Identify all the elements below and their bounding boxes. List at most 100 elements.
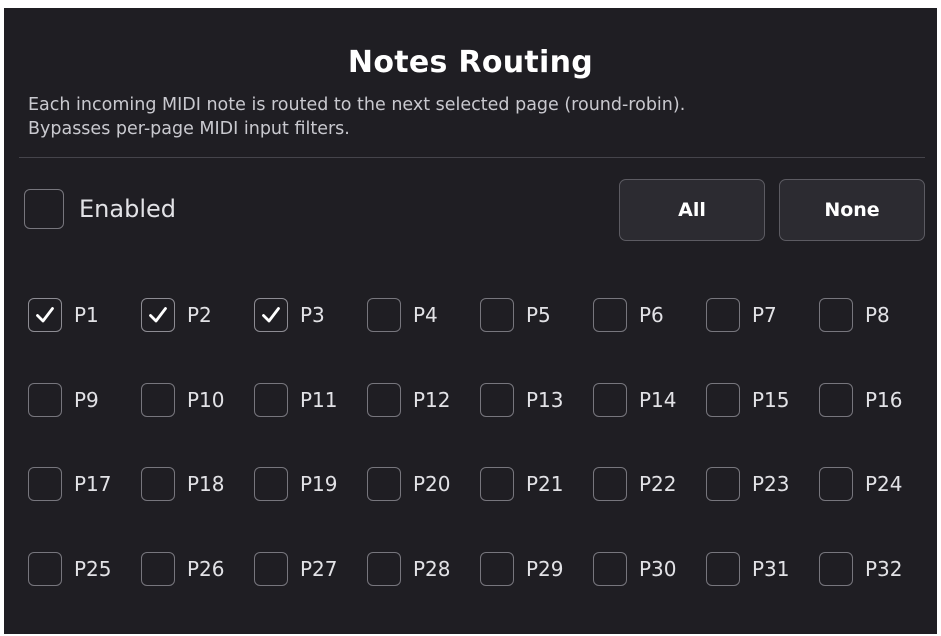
- page-checkbox[interactable]: [593, 383, 627, 417]
- page-label: P11: [300, 383, 338, 417]
- page-checkbox[interactable]: [706, 383, 740, 417]
- page-option-p29[interactable]: P29: [480, 552, 593, 636]
- page-option-p13[interactable]: P13: [480, 383, 593, 468]
- page-option-p28[interactable]: P28: [367, 552, 480, 636]
- page-label: P29: [526, 552, 564, 586]
- page-checkbox[interactable]: [819, 552, 853, 586]
- page-option-p1[interactable]: P1: [28, 298, 141, 383]
- page-option-p4[interactable]: P4: [367, 298, 480, 383]
- page-checkbox[interactable]: [254, 552, 288, 586]
- description-line-1: Each incoming MIDI note is routed to the…: [28, 93, 685, 117]
- dialog-title: Notes Routing: [4, 45, 937, 80]
- enabled-toggle[interactable]: Enabled: [24, 189, 176, 229]
- page-option-p8[interactable]: P8: [819, 298, 932, 383]
- select-all-button[interactable]: All: [619, 179, 765, 241]
- page-checkbox[interactable]: [480, 383, 514, 417]
- page-checkbox[interactable]: [367, 467, 401, 501]
- page-checkbox[interactable]: [254, 298, 288, 332]
- page-option-p25[interactable]: P25: [28, 552, 141, 636]
- page-label: P15: [752, 383, 790, 417]
- page-option-p20[interactable]: P20: [367, 467, 480, 552]
- page-checkbox[interactable]: [367, 552, 401, 586]
- page-option-p16[interactable]: P16: [819, 383, 932, 468]
- page-label: P12: [413, 383, 451, 417]
- page-checkbox[interactable]: [819, 383, 853, 417]
- page-option-p19[interactable]: P19: [254, 467, 367, 552]
- page-checkbox[interactable]: [141, 552, 175, 586]
- page-checkbox[interactable]: [480, 467, 514, 501]
- page-option-p10[interactable]: P10: [141, 383, 254, 468]
- page-option-p14[interactable]: P14: [593, 383, 706, 468]
- page-label: P3: [300, 298, 325, 332]
- page-checkbox[interactable]: [819, 467, 853, 501]
- page-checkbox[interactable]: [706, 552, 740, 586]
- page-checkbox[interactable]: [480, 552, 514, 586]
- page-checkbox[interactable]: [28, 383, 62, 417]
- page-option-p15[interactable]: P15: [706, 383, 819, 468]
- select-none-button[interactable]: None: [779, 179, 925, 241]
- page-checkbox[interactable]: [593, 552, 627, 586]
- page-label: P10: [187, 383, 225, 417]
- enabled-checkbox[interactable]: [24, 189, 64, 229]
- page-option-p26[interactable]: P26: [141, 552, 254, 636]
- page-label: P25: [74, 552, 112, 586]
- page-label: P14: [639, 383, 677, 417]
- page-option-p23[interactable]: P23: [706, 467, 819, 552]
- page-option-p9[interactable]: P9: [28, 383, 141, 468]
- page-option-p11[interactable]: P11: [254, 383, 367, 468]
- page-checkbox[interactable]: [819, 298, 853, 332]
- page-label: P17: [74, 467, 112, 501]
- page-option-p24[interactable]: P24: [819, 467, 932, 552]
- page-label: P2: [187, 298, 212, 332]
- page-option-p5[interactable]: P5: [480, 298, 593, 383]
- page-option-p17[interactable]: P17: [28, 467, 141, 552]
- page-label: P9: [74, 383, 99, 417]
- page-checkbox[interactable]: [141, 383, 175, 417]
- page-label: P13: [526, 383, 564, 417]
- page-checkbox[interactable]: [367, 298, 401, 332]
- page-checkbox-grid: P1P2P3P4P5P6P7P8P9P10P11P12P13P14P15P16P…: [28, 298, 932, 636]
- page-label: P23: [752, 467, 790, 501]
- page-label: P7: [752, 298, 777, 332]
- page-checkbox[interactable]: [28, 467, 62, 501]
- page-option-p31[interactable]: P31: [706, 552, 819, 636]
- page-checkbox[interactable]: [706, 298, 740, 332]
- checkmark-icon: [147, 304, 169, 326]
- page-option-p6[interactable]: P6: [593, 298, 706, 383]
- page-option-p27[interactable]: P27: [254, 552, 367, 636]
- page-option-p21[interactable]: P21: [480, 467, 593, 552]
- page-option-p7[interactable]: P7: [706, 298, 819, 383]
- page-checkbox[interactable]: [28, 552, 62, 586]
- page-checkbox[interactable]: [28, 298, 62, 332]
- page-label: P26: [187, 552, 225, 586]
- page-checkbox[interactable]: [141, 298, 175, 332]
- page-checkbox[interactable]: [480, 298, 514, 332]
- page-checkbox[interactable]: [593, 467, 627, 501]
- page-option-p30[interactable]: P30: [593, 552, 706, 636]
- page-checkbox[interactable]: [254, 383, 288, 417]
- page-label: P1: [74, 298, 99, 332]
- page-checkbox[interactable]: [706, 467, 740, 501]
- page-option-p12[interactable]: P12: [367, 383, 480, 468]
- page-option-p3[interactable]: P3: [254, 298, 367, 383]
- page-label: P6: [639, 298, 664, 332]
- description-line-2: Bypasses per-page MIDI input filters.: [28, 117, 685, 141]
- page-label: P22: [639, 467, 677, 501]
- page-label: P18: [187, 467, 225, 501]
- page-label: P31: [752, 552, 790, 586]
- page-option-p22[interactable]: P22: [593, 467, 706, 552]
- page-option-p32[interactable]: P32: [819, 552, 932, 636]
- page-label: P24: [865, 467, 903, 501]
- notes-routing-dialog: Notes Routing Each incoming MIDI note is…: [4, 8, 937, 634]
- page-checkbox[interactable]: [593, 298, 627, 332]
- page-checkbox[interactable]: [367, 383, 401, 417]
- divider: [19, 157, 925, 158]
- page-option-p18[interactable]: P18: [141, 467, 254, 552]
- page-checkbox[interactable]: [254, 467, 288, 501]
- page-label: P21: [526, 467, 564, 501]
- page-option-p2[interactable]: P2: [141, 298, 254, 383]
- page-checkbox[interactable]: [141, 467, 175, 501]
- page-label: P32: [865, 552, 903, 586]
- page-label: P28: [413, 552, 451, 586]
- checkmark-icon: [34, 304, 56, 326]
